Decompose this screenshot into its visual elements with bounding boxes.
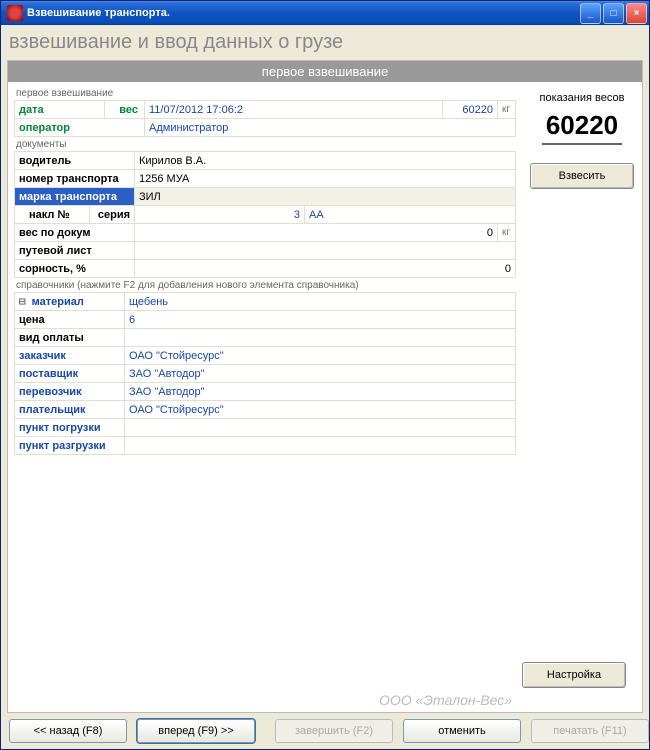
banner: первое взвешивание xyxy=(8,61,642,82)
main-panel: первое взвешивание первое взвешивание да… xyxy=(7,60,643,713)
maximize-button[interactable]: □ xyxy=(603,3,624,24)
route-value[interactable] xyxy=(135,242,516,260)
driver-label: водитель xyxy=(15,152,135,170)
carrier-label: перевозчик xyxy=(15,383,125,401)
sornost-label: сорность, % xyxy=(15,260,135,278)
client-area: взвешивание и ввод данных о грузе первое… xyxy=(1,25,649,749)
supplier-value[interactable]: ЗАО "Автодор" xyxy=(125,365,516,383)
transport-number-label: номер транспорта xyxy=(15,170,135,188)
doc-weight-unit: кг xyxy=(498,224,516,242)
settings-button[interactable]: Настройка xyxy=(522,662,626,688)
material-label[interactable]: ⊟материал xyxy=(15,293,125,311)
forward-button[interactable]: вперед (F9) >> xyxy=(137,719,255,743)
collapse-icon[interactable]: ⊟ xyxy=(19,295,26,308)
transport-number-value[interactable]: 1256 МУА xyxy=(135,170,516,188)
watermark: ООО «Эталон-Вес» xyxy=(379,692,512,708)
sornost-value[interactable]: 0 xyxy=(135,260,516,278)
operator-value[interactable]: Администратор xyxy=(145,119,516,137)
payer-label: плательщик xyxy=(15,401,125,419)
close-button[interactable]: × xyxy=(626,3,647,24)
group-documents: документы xyxy=(16,139,516,150)
cancel-button[interactable]: отменить xyxy=(403,719,521,743)
grid-first-weighing: дата вес 11/07/2012 17:06:2 60220 кг опе… xyxy=(14,100,516,137)
sidebar: показания весов 60220 Взвесить Настройка xyxy=(522,82,642,712)
driver-value[interactable]: Кирилов В.А. xyxy=(135,152,516,170)
payer-value[interactable]: ОАО "Стойресурс" xyxy=(125,401,516,419)
nakl-label: накл № xyxy=(15,206,90,224)
footer: << назад (F8) вперед (F9) >> завершить (… xyxy=(7,713,643,745)
series-value[interactable]: AA xyxy=(305,206,516,224)
app-icon xyxy=(7,5,23,21)
weight-unit: кг xyxy=(498,101,516,119)
pay-type-label: вид оплаты xyxy=(15,329,125,347)
price-label: цена xyxy=(15,311,125,329)
doc-weight-value[interactable]: 0 xyxy=(135,224,498,242)
date-label: дата xyxy=(15,101,105,119)
supplier-label: поставщик xyxy=(15,365,125,383)
customer-label: заказчик xyxy=(15,347,125,365)
group-directories: справочники (нажмите F2 для добавления н… xyxy=(16,280,516,291)
load-point-label: пункт погрузки xyxy=(15,419,125,437)
unload-point-label: пункт разгрузки xyxy=(15,437,125,455)
window-title: Взвешивание транспорта. xyxy=(27,7,578,19)
transport-brand-value[interactable]: ЗИЛ xyxy=(135,188,516,206)
scale-label: показания весов xyxy=(540,92,625,104)
print-button: печатать (F11) xyxy=(531,719,649,743)
page-title: взвешивание и ввод данных о грузе xyxy=(9,31,643,54)
group-first-weighing: первое взвешивание xyxy=(16,88,516,99)
route-label: путевой лист xyxy=(15,242,135,260)
grid-directories: ⊟материал щебень цена 6 вид оплаты за xyxy=(14,292,516,455)
finish-button: завершить (F2) xyxy=(275,719,393,743)
material-value[interactable]: щебень xyxy=(125,293,516,311)
unload-point-value[interactable] xyxy=(125,437,516,455)
doc-weight-label: вес по докум xyxy=(15,224,135,242)
load-point-value[interactable] xyxy=(125,419,516,437)
transport-brand-label: марка транспорта xyxy=(15,188,135,206)
series-label: серия xyxy=(90,206,135,224)
minimize-button[interactable]: _ xyxy=(580,3,601,24)
form-area: первое взвешивание дата вес 11/07/2012 1… xyxy=(8,82,522,712)
operator-label: оператор xyxy=(15,119,145,137)
app-window: Взвешивание транспорта. _ □ × взвешивани… xyxy=(0,0,650,750)
weight-label: вес xyxy=(105,101,145,119)
grid-documents: водитель Кирилов В.А. номер транспорта 1… xyxy=(14,151,516,278)
nakl-value[interactable]: 3 xyxy=(135,206,305,224)
date-value[interactable]: 11/07/2012 17:06:2 xyxy=(145,101,443,119)
pay-type-value[interactable] xyxy=(125,329,516,347)
customer-value[interactable]: ОАО "Стойресурс" xyxy=(125,347,516,365)
carrier-value[interactable]: ЗАО "Автодор" xyxy=(125,383,516,401)
back-button[interactable]: << назад (F8) xyxy=(9,719,127,743)
price-value[interactable]: 6 xyxy=(125,311,516,329)
scale-value: 60220 xyxy=(542,110,622,145)
weight-value: 60220 xyxy=(443,101,498,119)
titlebar: Взвешивание транспорта. _ □ × xyxy=(1,1,649,25)
weigh-button[interactable]: Взвесить xyxy=(530,163,634,189)
